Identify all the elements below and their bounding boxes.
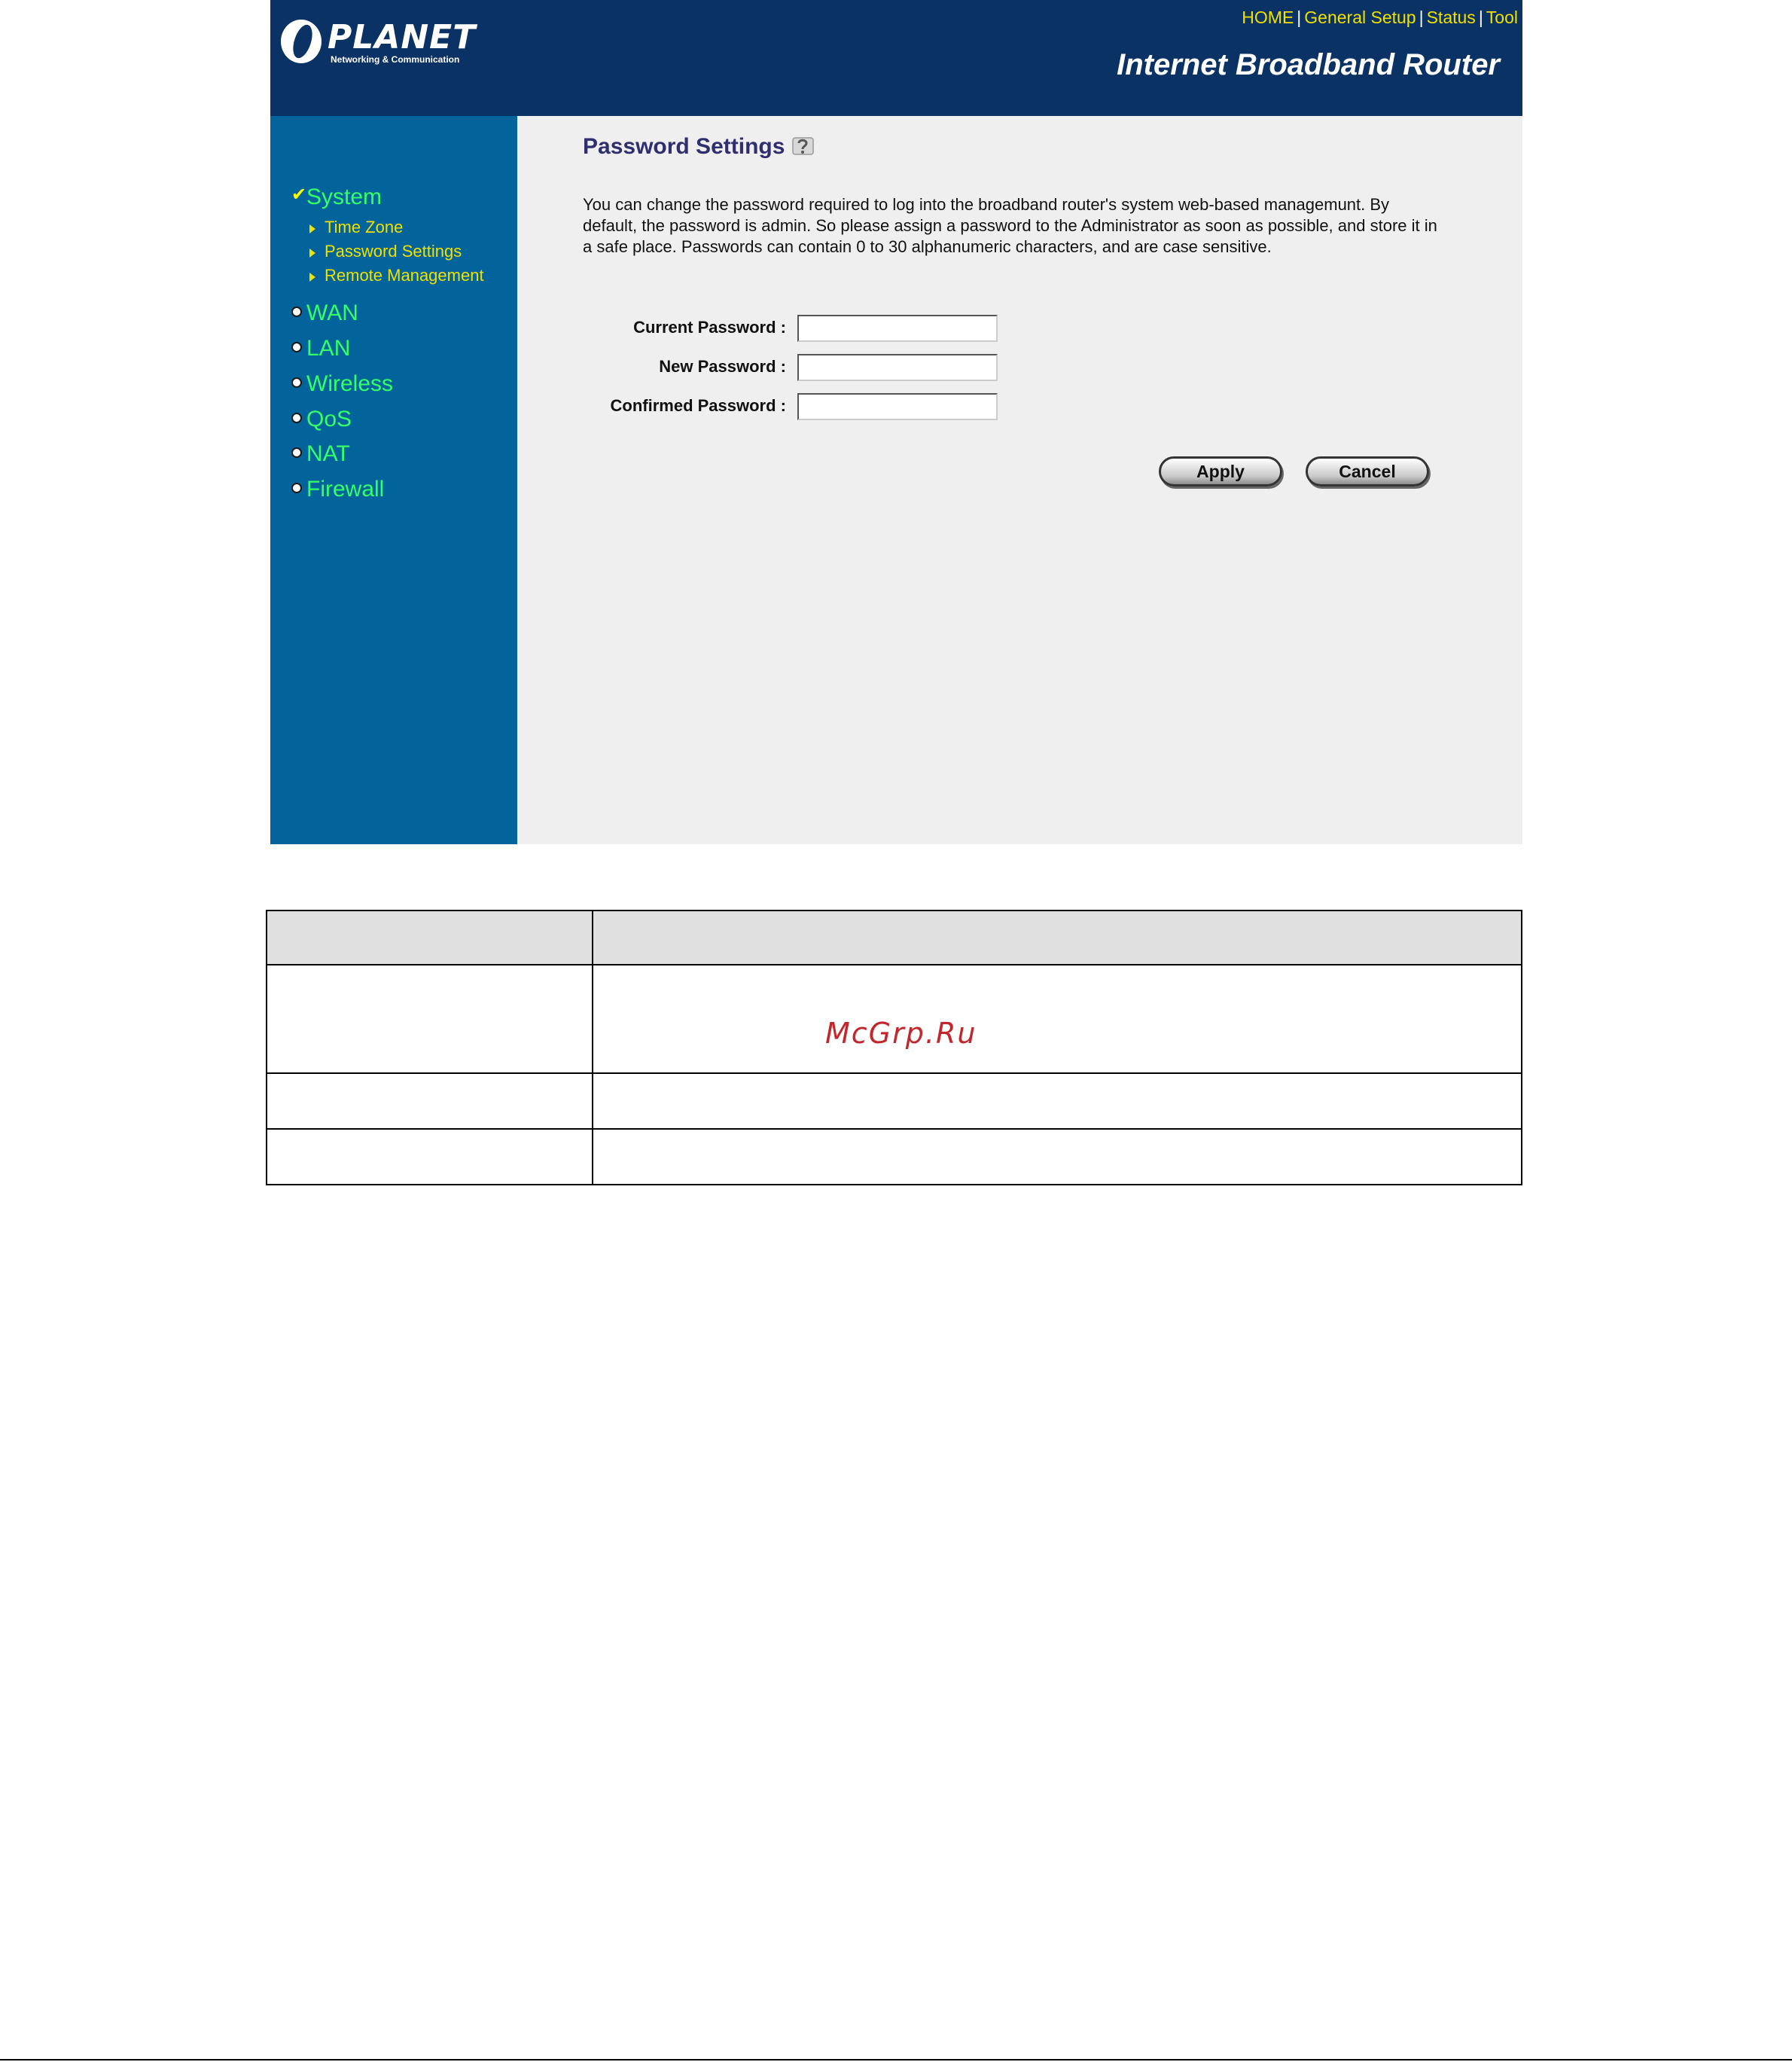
planet-logo-tagline: Networking & Communication [331, 54, 460, 65]
nav-tool-link[interactable]: Tool [1486, 8, 1518, 27]
planet-logo: PLANET Networking & Communication [281, 18, 475, 71]
table-cell [266, 964, 593, 1074]
apply-button[interactable]: Apply [1159, 456, 1282, 487]
new-password-label: New Password : [659, 357, 786, 376]
sidebar-item-system[interactable]: ✔System [291, 182, 382, 212]
sidebar: ✔System Time Zone Password Settings Remo… [270, 116, 517, 844]
current-password-label: Current Password : [633, 318, 786, 337]
page-bottom-rule [0, 2059, 1792, 2060]
page-description: You can change the password required to … [583, 195, 1437, 256]
table-row [266, 1128, 1522, 1185]
sidebar-item-qos[interactable]: QoS [291, 404, 352, 435]
nav-separator: | [1297, 8, 1302, 27]
top-navigation: HOME | General Setup | Status | Tool [1242, 8, 1518, 28]
table-cell [266, 1072, 593, 1130]
help-icon[interactable] [792, 136, 815, 156]
sidebar-item-label: NAT [306, 441, 350, 466]
table-cell [592, 1072, 1522, 1130]
sidebar-item-label: QoS [306, 407, 352, 432]
current-password-row: Current Password : [583, 315, 1035, 342]
table-header-cell [266, 910, 593, 965]
bullet-icon [291, 483, 302, 494]
sidebar-subitem-time-zone[interactable]: Time Zone [309, 216, 403, 239]
nav-home-link[interactable]: HOME [1242, 8, 1294, 27]
sidebar-item-firewall[interactable]: Firewall [291, 474, 384, 505]
table-cell [266, 1128, 593, 1185]
bullet-icon [291, 447, 302, 459]
table-row [266, 1072, 1522, 1130]
planet-logo-word: PLANET [328, 18, 477, 56]
table-cell [592, 964, 1522, 1074]
sidebar-item-label: Wireless [306, 371, 394, 396]
bullet-icon [291, 377, 302, 389]
sidebar-item-label: System [306, 185, 382, 209]
page-title-row: Password Settings [583, 134, 815, 160]
sidebar-item-label: WAN [306, 300, 358, 325]
table-header-cell [592, 910, 1522, 965]
sidebar-item-nat[interactable]: NAT [291, 439, 350, 469]
triangle-right-icon [309, 249, 315, 258]
planet-logo-mark-icon [281, 20, 322, 63]
router-admin-screenshot: PLANET Networking & Communication HOME | G… [270, 0, 1522, 844]
new-password-input[interactable] [797, 354, 998, 381]
new-password-row: New Password : [583, 354, 1035, 381]
product-title: Internet Broadband Router [1117, 48, 1500, 81]
sidebar-subitem-label: Password Settings [325, 242, 462, 261]
sidebar-item-wan[interactable]: WAN [291, 298, 358, 328]
watermark: McGrp.Ru [825, 1017, 977, 1050]
confirm-password-label: Confirmed Password : [610, 396, 786, 415]
sidebar-subitem-remote-management[interactable]: Remote Management [309, 264, 484, 287]
sidebar-item-lan[interactable]: LAN [291, 334, 350, 364]
header-bar: PLANET Networking & Communication HOME | G… [270, 0, 1522, 116]
sidebar-item-label: Firewall [306, 477, 385, 502]
confirm-password-input[interactable] [797, 393, 998, 420]
sidebar-subitem-label: Remote Management [325, 266, 484, 285]
triangle-right-icon [309, 273, 315, 282]
nav-general-setup-link[interactable]: General Setup [1304, 8, 1416, 27]
bullet-icon [291, 342, 302, 353]
nav-separator: | [1478, 8, 1483, 27]
sidebar-item-label: LAN [306, 336, 351, 361]
main-content: Password Settings You can change the pas… [517, 116, 1522, 844]
current-password-input[interactable] [797, 315, 998, 342]
table-cell [592, 1128, 1522, 1185]
cancel-button[interactable]: Cancel [1306, 456, 1429, 487]
checkmark-icon: ✔ [291, 185, 307, 206]
bullet-icon [291, 307, 302, 318]
sidebar-subitem-label: Time Zone [325, 218, 404, 236]
bullet-icon [291, 413, 302, 424]
confirm-password-row: Confirmed Password : [583, 393, 1035, 420]
triangle-right-icon [309, 224, 315, 233]
sidebar-item-wireless[interactable]: Wireless [291, 369, 393, 399]
nav-status-link[interactable]: Status [1427, 8, 1476, 27]
page-title: Password Settings [583, 134, 785, 159]
table-header-row [266, 910, 1522, 965]
nav-separator: | [1419, 8, 1424, 27]
sidebar-subitem-password-settings[interactable]: Password Settings [309, 240, 462, 263]
